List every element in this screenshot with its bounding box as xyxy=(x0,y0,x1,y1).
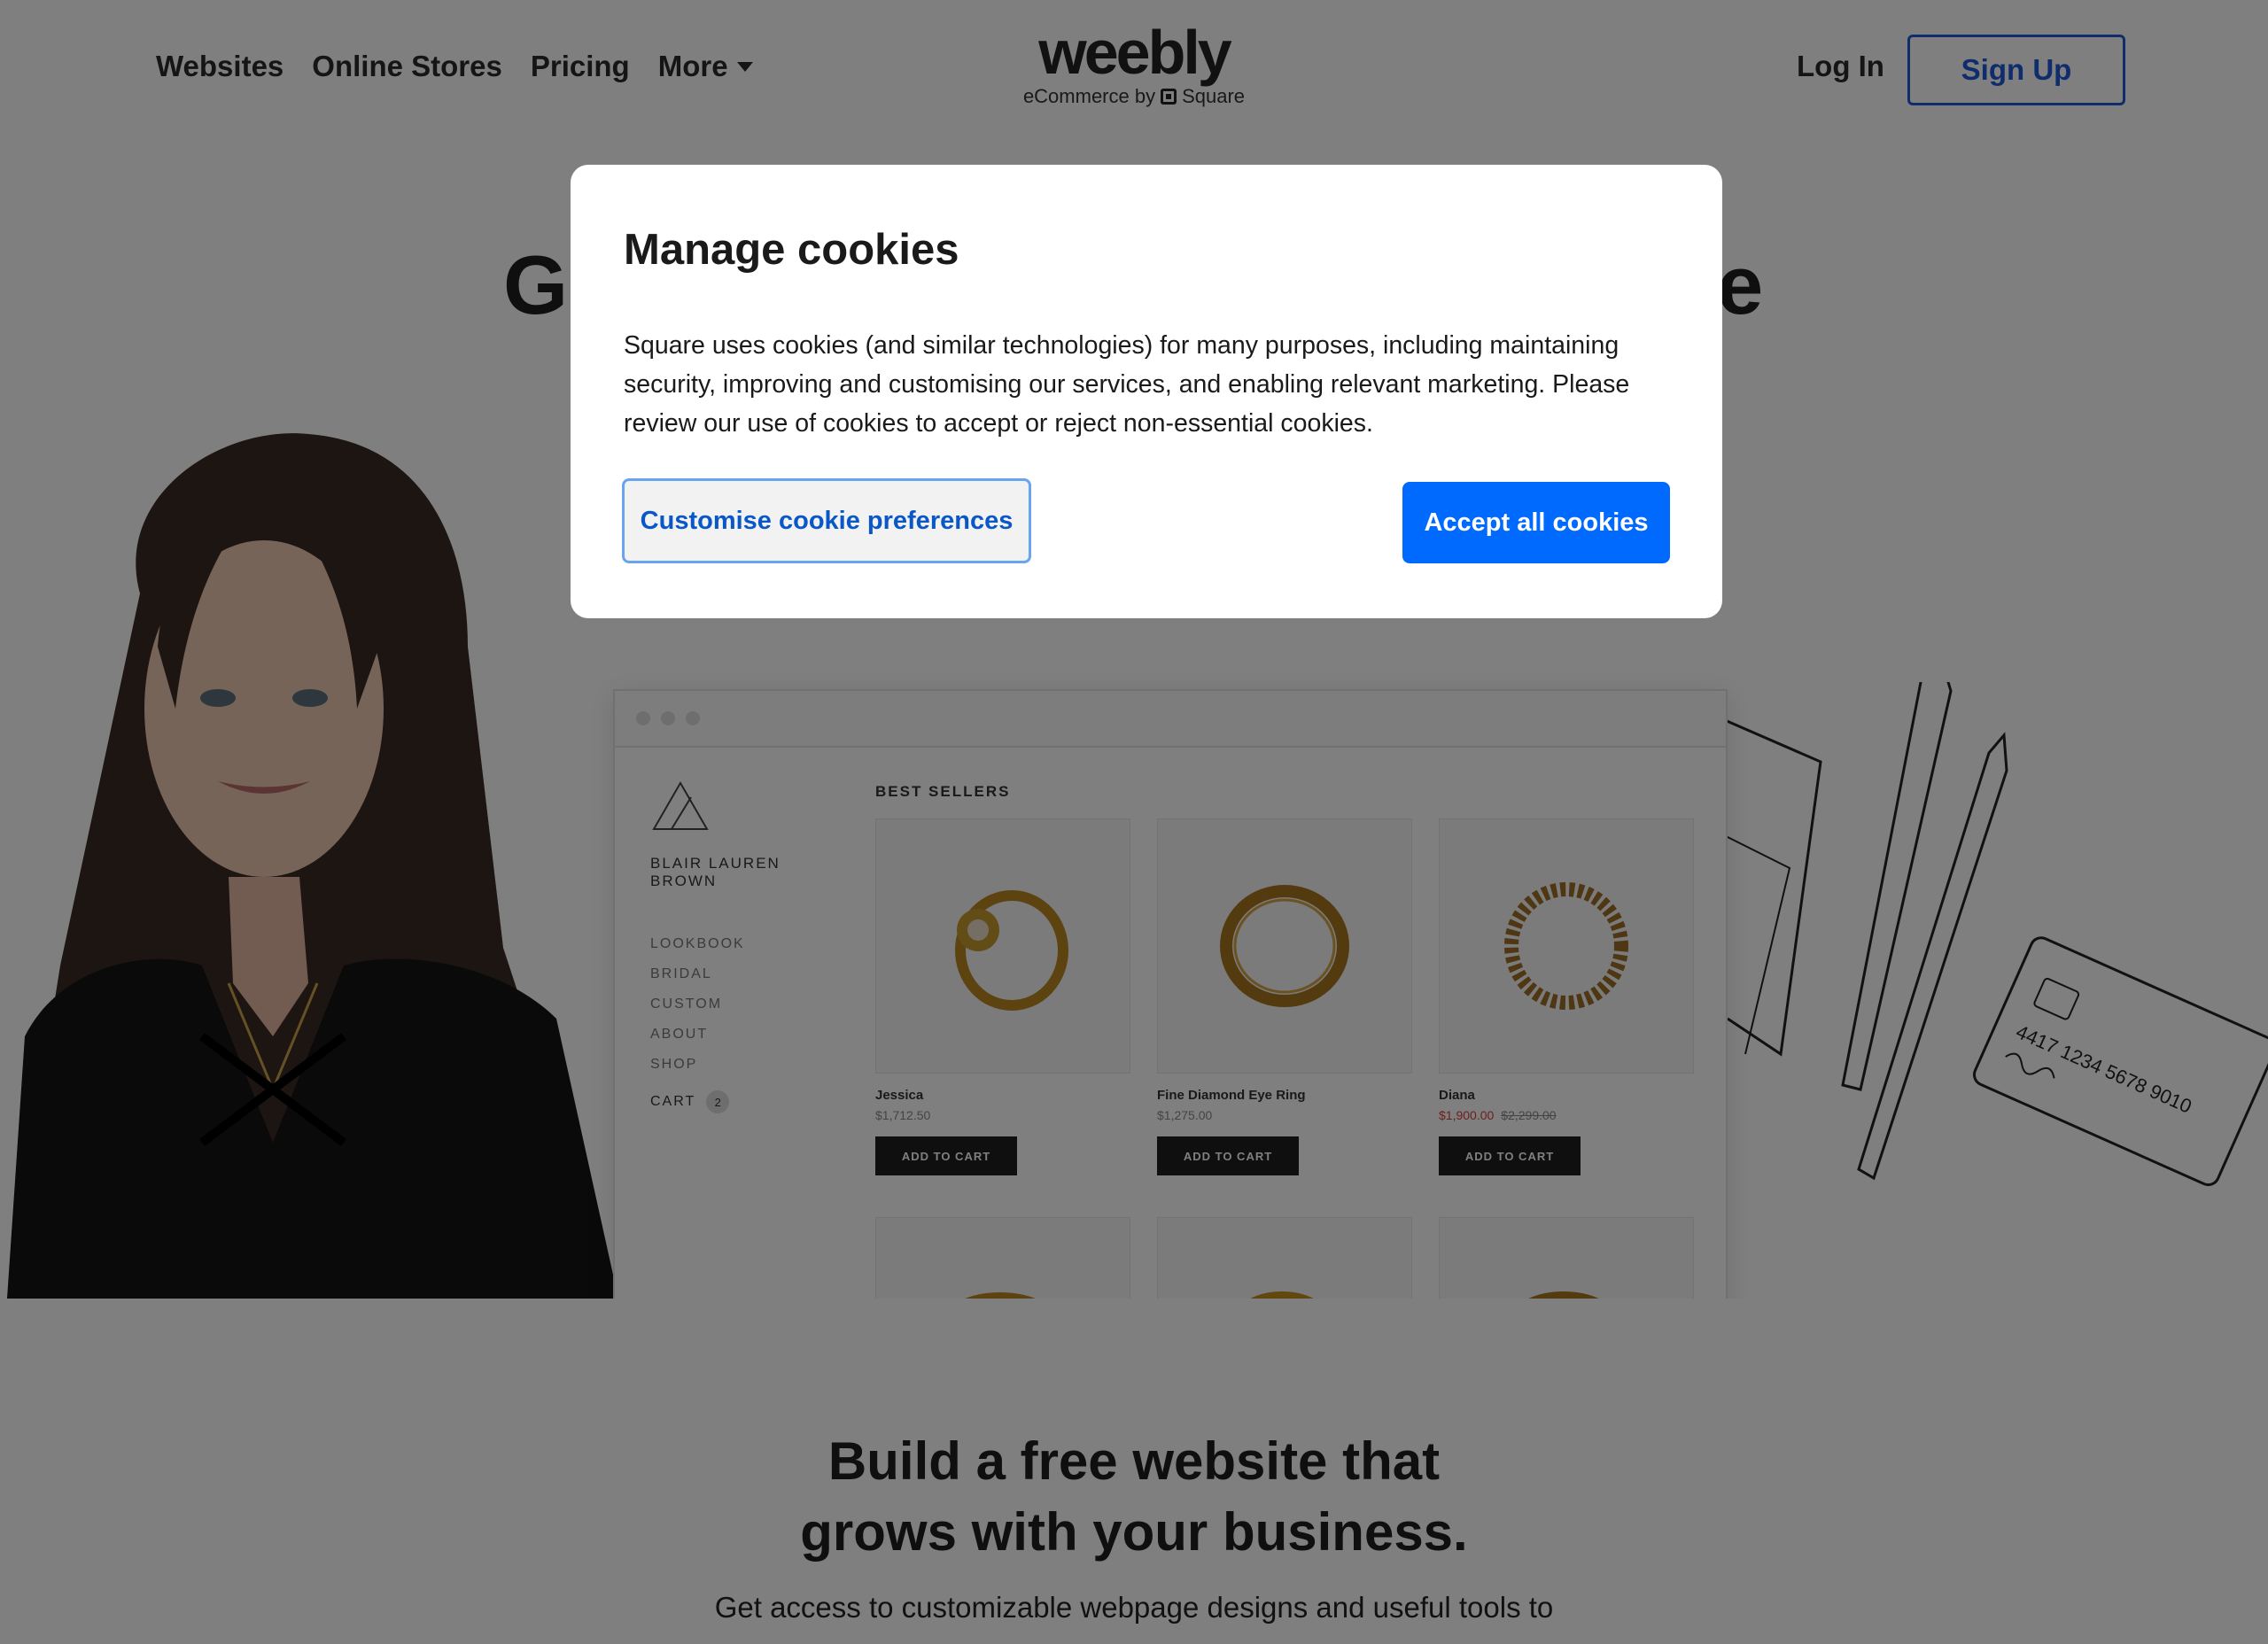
cookie-modal-body: Square uses cookies (and similar technol… xyxy=(624,331,1630,438)
accept-all-cookies-button[interactable]: Accept all cookies xyxy=(1402,482,1670,563)
cookie-modal-title: Manage cookies xyxy=(624,226,959,274)
customise-cookies-button[interactable]: Customise cookie preferences xyxy=(622,478,1031,563)
cookie-modal: Manage cookies Square uses cookies (and … xyxy=(571,165,1722,618)
